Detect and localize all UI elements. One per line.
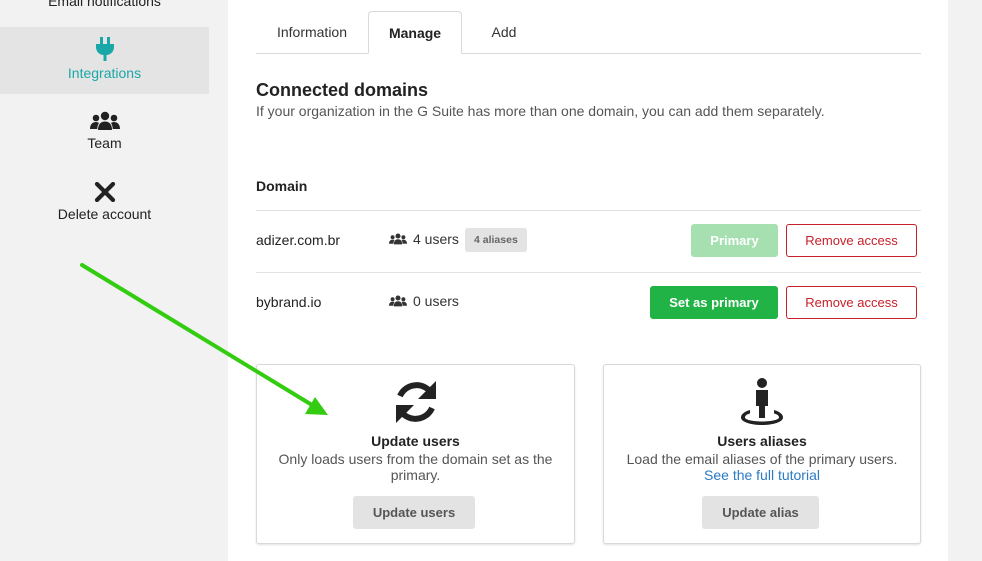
sidebar: Email notifications Integrations Team De… <box>0 0 228 561</box>
tab-add[interactable]: Add <box>476 11 532 54</box>
tab-bar: Information Manage Add <box>256 11 921 54</box>
users-icon <box>389 295 407 307</box>
sidebar-item-delete-account[interactable]: Delete account <box>0 182 209 232</box>
update-users-card: Update users Only loads users from the d… <box>256 364 575 544</box>
set-as-primary-button[interactable]: Set as primary <box>650 286 778 319</box>
sidebar-item-label: Integrations <box>67 65 142 81</box>
remove-access-button[interactable]: Remove access <box>786 224 917 257</box>
table-row: adizer.com.br 4 users 4 aliases Primary … <box>256 210 921 272</box>
aliases-badge: 4 aliases <box>465 228 527 252</box>
domain-name: adizer.com.br <box>256 232 341 248</box>
users-icon <box>389 233 407 245</box>
plug-icon <box>95 37 114 61</box>
sidebar-item-team[interactable]: Team <box>0 111 209 161</box>
section-title: Connected domains <box>256 80 429 100</box>
sidebar-item-label: Team <box>87 135 122 151</box>
table-row: bybrand.io 0 users Set as primary Remove… <box>256 272 921 334</box>
domain-column-header: Domain <box>256 178 308 194</box>
domain-name: bybrand.io <box>256 294 322 310</box>
full-tutorial-link[interactable]: See the full tutorial <box>604 467 920 483</box>
card-title: Update users <box>371 433 460 449</box>
sync-icon <box>395 381 436 423</box>
update-alias-button[interactable]: Update alias <box>702 496 819 529</box>
sidebar-item-label: Email notifications <box>48 0 161 9</box>
sidebar-item-email-notifications[interactable]: Email notifications <box>0 0 209 13</box>
card-description: Only loads users from the domain set as … <box>278 451 553 483</box>
right-gutter <box>948 0 982 561</box>
tab-manage[interactable]: Manage <box>368 11 462 54</box>
card-description: Load the email aliases of the primary us… <box>626 451 898 467</box>
main-panel: Information Manage Add Connected domains… <box>228 0 948 561</box>
sidebar-item-label: Delete account <box>57 206 152 222</box>
user-count-label: 0 users <box>413 293 459 309</box>
section-subtitle: If your organization in the G Suite has … <box>256 103 825 119</box>
team-icon <box>89 111 120 130</box>
user-count: 4 users <box>389 231 459 247</box>
primary-button: Primary <box>691 224 778 257</box>
sidebar-item-integrations[interactable]: Integrations <box>0 27 209 94</box>
users-aliases-card: Users aliases Load the email aliases of … <box>603 364 921 544</box>
remove-access-button[interactable]: Remove access <box>786 286 917 319</box>
user-count-label: 4 users <box>413 231 459 247</box>
tab-information[interactable]: Information <box>263 11 361 54</box>
user-location-icon <box>741 378 783 425</box>
user-count: 0 users <box>389 293 459 309</box>
card-title: Users aliases <box>717 433 807 449</box>
close-icon <box>94 182 115 202</box>
update-users-button[interactable]: Update users <box>353 496 475 529</box>
